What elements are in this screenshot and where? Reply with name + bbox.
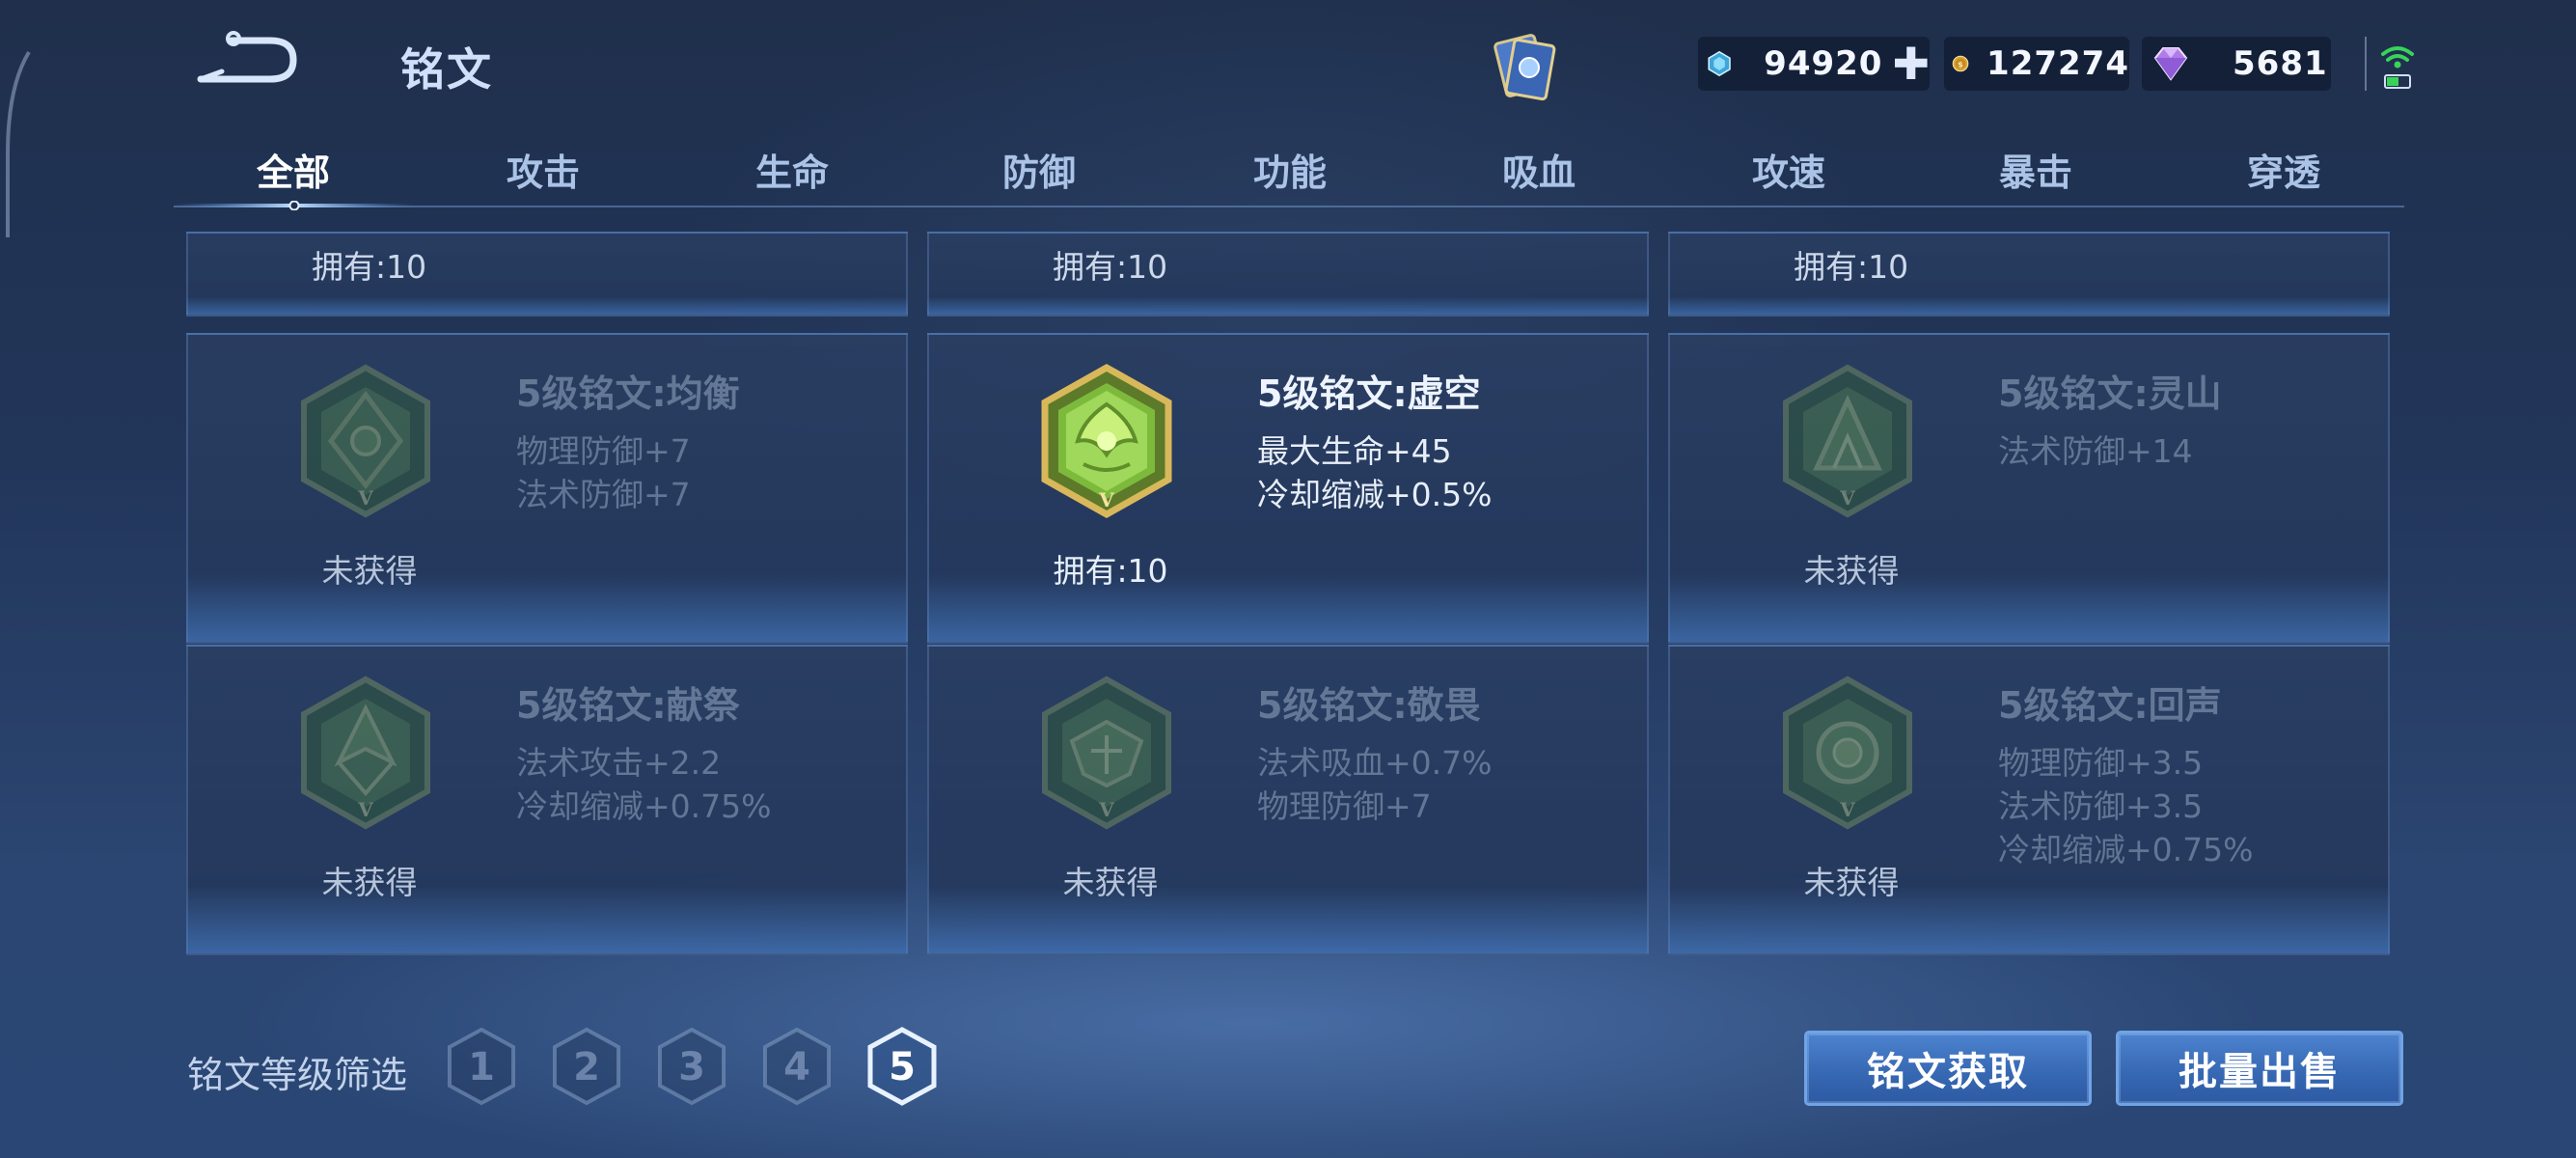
inscription-card-awe[interactable]: V 未获得 5级铭文:敬畏 法术吸血+0.7% 物理防御+7 [927, 645, 1649, 955]
diamond-currency: 94920 ✚ [1698, 37, 1930, 91]
card-pack-icon[interactable] [1481, 25, 1568, 112]
tab-all[interactable]: 全部 [257, 143, 330, 196]
rune-awe-icon: V [1042, 676, 1171, 830]
inscription-attr: 法术吸血+0.7% [1257, 744, 1493, 782]
screen-edge-decoration [6, 50, 31, 237]
diamond-value: 94920 [1764, 44, 1883, 83]
level-number: 4 [783, 1045, 810, 1089]
inscription-name: 5级铭文:献祭 [516, 684, 740, 727]
inscription-card-void[interactable]: V 拥有:10 5级铭文:虚空 最大生命+45 冷却缩减+0.5% [927, 333, 1649, 644]
inscription-name: 5级铭文:灵山 [1998, 372, 2222, 415]
level-number: 3 [678, 1045, 705, 1089]
level-number: 5 [889, 1045, 916, 1089]
level-number: 2 [573, 1045, 600, 1089]
tab-defense[interactable]: 防御 [1002, 143, 1076, 196]
level-filter-1[interactable]: 1 [447, 1027, 516, 1106]
owned-count: 拥有:10 [1053, 552, 1168, 590]
level-filter-5[interactable]: 5 [867, 1027, 937, 1106]
inscription-name: 5级铭文:虚空 [1257, 372, 1481, 415]
svg-text:$: $ [1958, 59, 1963, 69]
page-title: 铭文 [400, 43, 493, 96]
inscription-attr: 物理防御+7 [1257, 787, 1432, 825]
svg-text:V: V [1098, 488, 1114, 511]
inscription-attr: 最大生命+45 [1257, 432, 1452, 470]
rune-void-icon: V [1041, 363, 1172, 519]
owned-count: 拥有:10 [1053, 248, 1168, 286]
gold-coin-icon: $ [1952, 55, 1969, 72]
inscription-attr: 冷却缩减+0.75% [1998, 831, 2254, 868]
owned-count: 拥有:10 [1794, 248, 1909, 286]
svg-text:V: V [1839, 486, 1855, 510]
tab-attack-speed[interactable]: 攻速 [1752, 143, 1825, 196]
blue-diamond-icon [1708, 50, 1731, 77]
wifi-icon [2381, 46, 2414, 69]
tab-health[interactable]: 生命 [755, 143, 829, 196]
inscription-card-partial[interactable]: 拥有:10 [927, 232, 1649, 317]
status-label: 未获得 [1803, 864, 1900, 901]
inscription-attr: 法术防御+14 [1998, 432, 2193, 470]
owned-count: 拥有:10 [312, 248, 427, 286]
back-arrow-icon [197, 31, 297, 83]
gem-currency: 5681 [2142, 37, 2331, 91]
status-label: 未获得 [1803, 552, 1900, 590]
battery-icon [2384, 74, 2411, 89]
purple-gem-icon [2153, 47, 2188, 81]
inscription-card-balance[interactable]: V 未获得 5级铭文:均衡 物理防御+7 法术防御+7 [186, 333, 908, 644]
inscription-card-spirit-mountain[interactable]: V 未获得 5级铭文:灵山 法术防御+14 [1668, 333, 2390, 644]
status-label: 未获得 [1062, 864, 1159, 901]
gold-value: 127274 [1987, 44, 2129, 83]
level-filter-4[interactable]: 4 [762, 1027, 832, 1106]
inscription-card-echo[interactable]: V 未获得 5级铭文:回声 物理防御+3.5 法术防御+3.5 冷却缩减+0.7… [1668, 645, 2390, 955]
inscription-attr: 物理防御+7 [516, 432, 691, 470]
tab-attack[interactable]: 攻击 [507, 143, 580, 196]
tab-critical[interactable]: 暴击 [1999, 143, 2072, 196]
add-currency-button[interactable]: ✚ [1892, 41, 1930, 86]
inscription-name: 5级铭文:敬畏 [1257, 684, 1481, 727]
inscription-attr: 物理防御+3.5 [1998, 744, 2204, 782]
tab-lifesteal[interactable]: 吸血 [1502, 143, 1576, 196]
svg-text:V: V [357, 486, 373, 510]
level-filter-2[interactable]: 2 [552, 1027, 621, 1106]
status-label: 未获得 [321, 864, 418, 901]
level-number: 1 [468, 1045, 495, 1089]
inscription-attr: 冷却缩减+0.5% [1257, 476, 1493, 513]
tab-divider [174, 206, 2404, 207]
rune-echo-icon: V [1783, 676, 1912, 830]
inscription-card-partial[interactable]: 拥有:10 [1668, 232, 2390, 317]
inscription-name: 5级铭文:回声 [1998, 684, 2222, 727]
inscription-attr: 法术防御+7 [516, 476, 691, 513]
rune-spirit-mountain-icon: V [1783, 364, 1912, 518]
tab-penetration[interactable]: 穿透 [2247, 143, 2320, 196]
inscription-attr: 法术防御+3.5 [1998, 787, 2204, 825]
tab-utility[interactable]: 功能 [1253, 143, 1327, 196]
gem-value: 5681 [2233, 44, 2328, 83]
svg-text:V: V [357, 798, 373, 821]
back-button[interactable] [193, 31, 301, 89]
active-tab-indicator [174, 201, 415, 210]
bulk-sell-button[interactable]: 批量出售 [2116, 1031, 2403, 1106]
rune-sacrifice-icon: V [301, 676, 430, 830]
inscription-attr: 法术攻击+2.2 [516, 744, 722, 782]
obtain-inscription-button[interactable]: 铭文获取 [1804, 1031, 2092, 1106]
network-status [2362, 35, 2420, 95]
inscription-card-partial[interactable]: 拥有:10 [186, 232, 908, 317]
gold-currency: $ 127274 [1944, 37, 2129, 91]
level-filter-3[interactable]: 3 [657, 1027, 726, 1106]
inscription-attr: 冷却缩减+0.75% [516, 787, 772, 825]
svg-text:V: V [1839, 798, 1855, 821]
level-filter-label: 铭文等级筛选 [187, 1054, 408, 1096]
svg-text:V: V [1098, 798, 1114, 821]
inscription-name: 5级铭文:均衡 [516, 372, 740, 415]
status-label: 未获得 [321, 552, 418, 590]
inscription-card-sacrifice[interactable]: V 未获得 5级铭文:献祭 法术攻击+2.2 冷却缩减+0.75% [186, 645, 908, 955]
rune-balance-icon: V [301, 364, 430, 518]
